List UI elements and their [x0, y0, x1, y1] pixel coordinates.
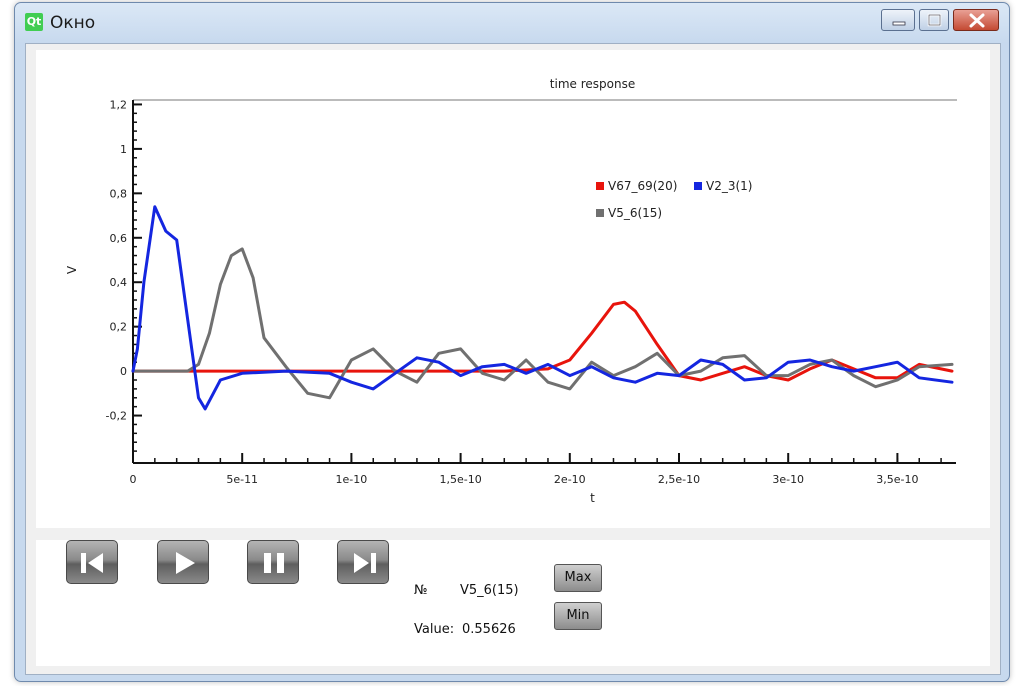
series-line-V67_69(20) [131, 300, 954, 382]
legend-swatch [694, 182, 702, 190]
legend-swatch [596, 182, 604, 190]
time-response-chart: time response -0,2 0 0,2 0,4 0,6 0,8 1 1,2 0 5e-11… [65, 77, 957, 505]
minimize-icon [892, 21, 906, 26]
x-tick-label: 1e-10 [336, 473, 368, 486]
skip-back-icon [81, 553, 103, 573]
close-icon [969, 13, 985, 28]
y-tick-label: 0,6 [110, 232, 128, 245]
x-tick-label: 3e-10 [772, 473, 804, 486]
minimize-button[interactable] [881, 9, 915, 31]
value-label: Value: [414, 622, 455, 637]
number-label: № [414, 583, 428, 598]
current-series-name: V5_6(15) [460, 583, 519, 598]
qt-app-icon: Qt [25, 13, 43, 31]
y-tick-label: -0,2 [106, 410, 127, 423]
x-tick-label: 0 [130, 473, 137, 486]
maximize-button[interactable] [919, 9, 949, 31]
y-tick-label: 0 [120, 365, 127, 378]
chart-title: time response [550, 77, 635, 91]
play-button[interactable] [157, 540, 209, 584]
close-button[interactable] [953, 9, 999, 31]
legend-label: V2_3(1) [706, 179, 752, 193]
x-tick-label: 5e-11 [226, 473, 258, 486]
x-tick-label: 2,5e-10 [658, 473, 700, 486]
y-tick-label: 0,2 [110, 321, 128, 334]
skip-forward-icon [354, 553, 376, 573]
title-bar[interactable]: Qt Окно [15, 3, 1009, 43]
x-tick-label: 1,5e-10 [439, 473, 481, 486]
value-readout: 0.55626 [462, 622, 516, 637]
legend-label: V67_69(20) [608, 179, 677, 193]
legend-swatch [596, 209, 604, 217]
y-tick-label: 0,4 [110, 276, 128, 289]
max-button[interactable]: Max [554, 564, 602, 592]
y-tick-label: 0,8 [110, 187, 128, 200]
skip-to-start-button[interactable] [66, 540, 118, 584]
min-button[interactable]: Min [554, 602, 602, 630]
pause-icon [264, 553, 284, 573]
series-line-V5_6(15) [131, 247, 954, 400]
y-tick-label: 1,2 [110, 98, 128, 111]
legend-label: V5_6(15) [608, 206, 662, 220]
maximize-icon [927, 13, 942, 27]
y-axis-label: V [65, 265, 79, 274]
chart-panel: time response -0,2 0 0,2 0,4 0,6 0,8 1 1,2 0 5e-11… [36, 50, 990, 528]
x-tick-label: 2e-10 [554, 473, 586, 486]
y-tick-label: 1 [120, 143, 127, 156]
x-axis-label: t [590, 491, 595, 505]
pause-button[interactable] [247, 540, 299, 584]
skip-to-end-button[interactable] [337, 540, 389, 584]
window-title: Окно [50, 13, 96, 33]
play-icon [176, 552, 195, 574]
x-tick-label: 3,5e-10 [876, 473, 918, 486]
